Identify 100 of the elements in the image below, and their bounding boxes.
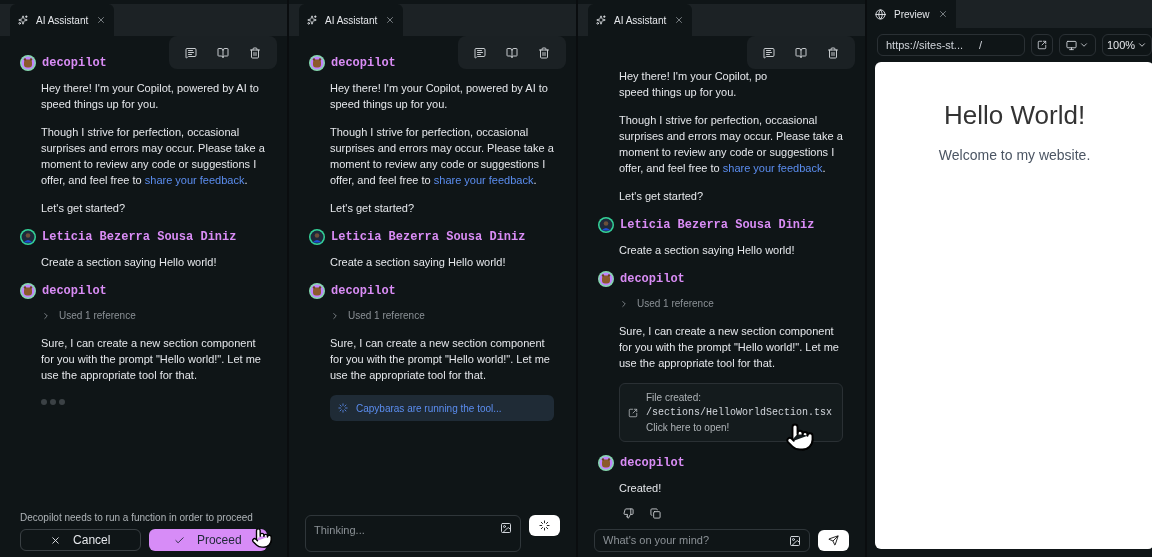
hand-cursor-icon [785, 422, 815, 452]
url-text: https://sites-st... [886, 37, 964, 53]
message-text: Create a section saying Hello world! [41, 255, 218, 270]
author-name: Leticia Bezerra Sousa Diniz [331, 229, 526, 246]
file-card-title: File created: [646, 391, 703, 405]
message-text: Hey there! I'm your Copilot, powered by AI to speed things up for you. [330, 81, 549, 112]
image-icon[interactable] [789, 534, 801, 547]
trash-icon[interactable] [827, 46, 839, 59]
chat-input[interactable]: What's on your mind? [594, 529, 810, 552]
panel-tab[interactable]: AI Assistant [10, 4, 115, 36]
user-avatar [598, 217, 614, 233]
external-link-icon [628, 407, 638, 418]
thumbs-down-button[interactable] [623, 508, 634, 519]
feedback-icon[interactable] [185, 46, 197, 59]
close-icon[interactable] [96, 15, 107, 25]
bot-avatar [598, 455, 614, 471]
zoom-dropdown[interactable]: 100% [1102, 34, 1152, 56]
send-icon [828, 535, 839, 546]
cancel-button[interactable]: Cancel [20, 529, 141, 551]
message-text: Sure, I can create a new section component for you with the prompt "Hello world!". Let me use the appropriate tool for that. [330, 336, 551, 383]
chevron-icon [41, 310, 51, 321]
panel-tab[interactable]: AI Assistant [588, 4, 693, 36]
message-text: Created! [619, 481, 663, 496]
input-placeholder: Thinking... [314, 523, 365, 538]
sparkles-icon [596, 15, 606, 25]
chat-input[interactable]: Thinking... [305, 515, 521, 552]
user-avatar [309, 229, 325, 245]
spinner-icon [539, 520, 550, 531]
trash-icon[interactable] [249, 46, 261, 59]
message-text: Let's get started? [41, 201, 127, 216]
book-icon[interactable] [217, 46, 229, 59]
file-card-action: Click here to open! [646, 421, 731, 435]
copy-button[interactable] [650, 508, 661, 519]
trash-icon[interactable] [538, 46, 550, 59]
message-text: Though I strive for perfection, occasional surprises and errors may occur. Please take a moment to review any code or suggestions I offer, and feel free to share your feedback. [619, 113, 844, 176]
author-name: decopilot [620, 455, 685, 472]
message-text: Though I strive for perfection, occasional surprises and errors may occur. Please take a moment to review any code or suggestions I offer, and feel free to share your feedback. [330, 125, 555, 188]
thumbs-down-icon [623, 508, 634, 519]
close-icon[interactable] [674, 15, 685, 25]
bot-avatar [20, 283, 36, 299]
author-name: decopilot [331, 283, 396, 300]
copy-icon [650, 508, 661, 519]
book-icon[interactable] [506, 46, 518, 59]
file-path: /sections/HelloWorldSection.tsx [646, 406, 833, 420]
send-button[interactable] [818, 530, 849, 551]
message-text: Create a section saying Hello world! [619, 243, 796, 258]
bot-avatar [309, 55, 325, 71]
message-text: Hey there! I'm your Copilot, po [619, 69, 769, 84]
reference-toggle[interactable]: Used 1 reference [41, 308, 136, 323]
panel-tab[interactable]: AI Assistant [299, 4, 404, 36]
chevron-icon [619, 298, 629, 309]
author-name: decopilot [620, 271, 685, 288]
proceed-note: Decopilot needs to run a function in order to proceed [20, 511, 254, 525]
message-text: Though I strive for perfection, occasional surprises and errors may occur. Please take a moment to review any code or suggestions I offer, and feel free to share your feedback. [41, 125, 266, 188]
sparkles-icon [307, 15, 317, 25]
monitor-icon [1066, 39, 1077, 51]
feedback-icon[interactable] [763, 46, 775, 59]
page-subtitle: Welcome to my website. [938, 146, 1091, 165]
author-name: decopilot [331, 55, 396, 72]
author-name: Leticia Bezerra Sousa Diniz [42, 229, 237, 246]
message-text: Hey there! I'm your Copilot, powered by AI to speed things up for you. [41, 81, 260, 112]
bot-avatar [309, 283, 325, 299]
input-placeholder: What's on your mind? [603, 533, 710, 549]
external-link-icon [1037, 40, 1047, 50]
close-icon[interactable] [385, 15, 396, 25]
page-heading: Hello World! [944, 99, 1086, 132]
chevron-icon [1137, 40, 1148, 50]
globe-icon [875, 8, 886, 20]
url-field[interactable]: https://sites-st... / [877, 34, 1025, 56]
open-external-button[interactable] [1031, 34, 1053, 56]
hand-cursor-icon [251, 527, 273, 549]
book-icon[interactable] [795, 46, 807, 59]
reference-toggle[interactable]: Used 1 reference [330, 308, 425, 323]
typing-dots-icon [41, 399, 65, 405]
loading-button[interactable] [529, 515, 560, 536]
chevron-icon [1079, 40, 1089, 50]
spinner-icon [338, 403, 348, 413]
message-text: Let's get started? [330, 201, 416, 216]
message-text: Sure, I can create a new section component for you with the prompt "Hello world!". Let me use the appropriate tool for that. [619, 324, 840, 371]
feedback-icon[interactable] [474, 46, 486, 59]
author-name: Leticia Bezerra Sousa Diniz [620, 217, 815, 234]
user-avatar [20, 229, 36, 245]
close-icon[interactable] [937, 9, 948, 19]
author-name: decopilot [42, 283, 107, 300]
tool-status-text: Capybaras are running the tool... [356, 401, 502, 416]
chevron-icon [330, 310, 340, 321]
panel-tab[interactable]: Preview [867, 0, 956, 28]
message-text: speed things up for you. [619, 85, 738, 100]
message-text: Sure, I can create a new section component for you with the prompt "Hello world!". Let me use the appropriate tool for that. [41, 336, 262, 383]
reference-toggle[interactable]: Used 1 reference [619, 296, 714, 311]
bot-avatar [20, 55, 36, 71]
bot-avatar [598, 271, 614, 287]
device-dropdown[interactable] [1059, 34, 1096, 56]
url-path: / [979, 37, 983, 53]
message-text: Create a section saying Hello world! [330, 255, 507, 270]
check-icon [173, 534, 185, 546]
author-name: decopilot [42, 55, 107, 72]
message-text: Let's get started? [619, 189, 705, 204]
sparkles-icon [18, 15, 28, 25]
image-icon[interactable] [500, 522, 512, 534]
